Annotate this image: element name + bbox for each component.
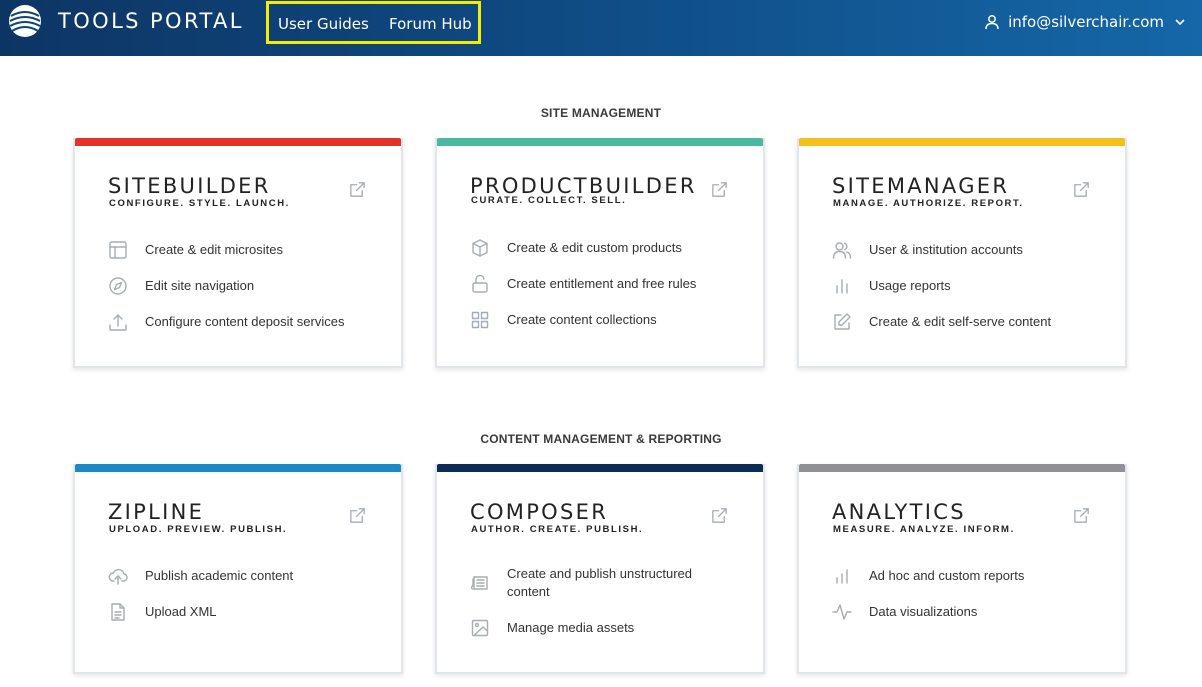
highlighted-nav-links: User Guides Forum Hub xyxy=(266,1,481,44)
external-link-icon[interactable] xyxy=(1072,180,1091,199)
list-item-label: Create content collections xyxy=(507,312,657,327)
list-item-label: Configure content deposit services xyxy=(145,314,345,329)
unlock-icon xyxy=(472,274,488,293)
card-feature-list: Publish academic content Upload XML xyxy=(108,558,293,630)
card-accent-bar xyxy=(799,464,1125,472)
list-item[interactable]: User & institution accounts xyxy=(832,232,1051,268)
card-tagline: CONFIGURE. STYLE. LAUNCH. xyxy=(109,198,290,209)
list-item-label: Create & edit self-serve content xyxy=(869,314,1052,329)
list-item[interactable]: Usage reports xyxy=(832,268,1051,304)
card-accent-bar xyxy=(437,138,763,146)
section-title-site-management: SITE MANAGEMENT xyxy=(540,106,662,120)
list-item-label: Data visualizations xyxy=(869,604,978,619)
card-tagline: UPLOAD. PREVIEW. PUBLISH. xyxy=(109,524,288,535)
card-sitebuilder[interactable]: SITEBUILDER CONFIGURE. STYLE. LAUNCH. Cr… xyxy=(73,138,403,368)
list-item[interactable]: Configure content deposit services xyxy=(108,304,344,340)
list-item-label: Create & edit custom products xyxy=(507,240,682,255)
list-item[interactable]: Create & edit microsites xyxy=(108,232,344,268)
card-sitemanager[interactable]: SITEMANAGER MANAGE. AUTHORIZE. REPORT. U… xyxy=(797,138,1127,368)
card-feature-list: User & institution accounts Usage report… xyxy=(832,232,1051,340)
list-item-label: Manage media assets xyxy=(507,620,635,635)
external-link-icon[interactable] xyxy=(710,180,729,199)
card-productbuilder[interactable]: PRODUCTBUILDER CURATE. COLLECT. SELL. Cr… xyxy=(435,138,765,368)
card-accent-bar xyxy=(75,464,401,472)
card-tagline: MANAGE. AUTHORIZE. REPORT. xyxy=(833,198,1024,209)
list-item[interactable]: Create & edit custom products xyxy=(470,230,696,266)
list-item[interactable]: Manage media assets xyxy=(470,610,730,646)
card-title: COMPOSER xyxy=(470,500,609,524)
brand-name: TOOLS PORTAL xyxy=(58,9,244,33)
card-feature-list: Ad hoc and custom reports Data visualiza… xyxy=(832,558,1024,630)
card-accent-bar xyxy=(799,138,1125,146)
upload-icon xyxy=(109,314,127,331)
external-link-icon[interactable] xyxy=(710,506,729,525)
box-icon xyxy=(472,239,488,257)
card-zipline[interactable]: ZIPLINE UPLOAD. PREVIEW. PUBLISH. Publis… xyxy=(73,464,403,674)
external-link-icon[interactable] xyxy=(348,180,367,199)
list-item-label: Publish academic content xyxy=(145,568,294,583)
list-item-label: Usage reports xyxy=(869,278,951,293)
layout-icon xyxy=(109,241,127,259)
image-icon xyxy=(471,619,489,637)
list-item[interactable]: Create content collections xyxy=(470,302,696,338)
card-title: SITEMANAGER xyxy=(832,174,1010,198)
brand-logo[interactable]: TOOLS PORTAL xyxy=(8,4,244,38)
globe-logo-icon xyxy=(9,5,41,37)
list-item-label: Create & edit microsites xyxy=(145,242,283,257)
list-item-label: User & institution accounts xyxy=(869,242,1023,257)
card-tagline: CURATE. COLLECT. SELL. xyxy=(471,195,627,206)
list-item[interactable]: Create & edit self-serve content xyxy=(832,304,1051,340)
compass-icon xyxy=(109,277,127,295)
card-tagline: AUTHOR. CREATE. PUBLISH. xyxy=(471,524,644,535)
chevron-down-icon xyxy=(1175,19,1185,26)
user-icon xyxy=(985,15,999,30)
activity-icon xyxy=(832,604,852,620)
list-item[interactable]: Data visualizations xyxy=(832,594,1024,630)
card-title: SITEBUILDER xyxy=(108,174,271,198)
card-composer[interactable]: COMPOSER AUTHOR. CREATE. PUBLISH. Create… xyxy=(435,464,765,674)
section-title-content-management-reporting: CONTENT MANAGEMENT & REPORTING xyxy=(480,432,722,446)
top-navigation-bar: TOOLS PORTAL User Guides Forum Hub info@… xyxy=(0,0,1202,56)
edit-icon xyxy=(834,313,851,330)
bar-chart-icon xyxy=(836,569,848,584)
list-item[interactable]: Publish academic content xyxy=(108,558,293,594)
list-item[interactable]: Create and publish unstructured content xyxy=(470,556,730,610)
list-item-label: Edit site navigation xyxy=(145,278,255,293)
list-item[interactable]: Ad hoc and custom reports xyxy=(832,558,1024,594)
list-item[interactable]: Edit site navigation xyxy=(108,268,344,304)
card-title: ZIPLINE xyxy=(108,500,205,524)
external-link-icon[interactable] xyxy=(1072,506,1091,525)
list-item-label: Create entitlement and free rules xyxy=(507,276,697,291)
list-item[interactable]: Create entitlement and free rules xyxy=(470,266,696,302)
user-email: info@silverchair.com xyxy=(1008,13,1164,31)
external-link-icon[interactable] xyxy=(348,506,367,525)
card-feature-list: Create & edit custom products Create ent… xyxy=(470,230,696,338)
bar-chart-icon xyxy=(836,279,848,294)
grid-icon xyxy=(471,311,489,329)
card-accent-bar xyxy=(75,138,401,146)
nav-link-forum-hub[interactable]: Forum Hub xyxy=(389,15,472,33)
user-account-menu[interactable]: info@silverchair.com xyxy=(984,13,1186,31)
list-item-label: Create and publish unstructured content xyxy=(507,566,693,599)
list-item-label: Upload XML xyxy=(145,604,217,619)
card-analytics[interactable]: ANALYTICS MEASURE. ANALYZE. INFORM. Ad h… xyxy=(797,464,1127,674)
newspaper-icon xyxy=(470,576,488,590)
card-feature-list: Create & edit microsites Edit site navig… xyxy=(108,232,344,340)
nav-link-user-guides[interactable]: User Guides xyxy=(278,15,369,33)
file-text-icon xyxy=(111,603,125,621)
card-feature-list: Create and publish unstructured content … xyxy=(470,556,730,646)
cloud-upload-icon xyxy=(108,568,128,585)
card-accent-bar xyxy=(437,464,763,472)
users-icon xyxy=(832,242,852,259)
list-item[interactable]: Upload XML xyxy=(108,594,293,630)
card-title: ANALYTICS xyxy=(832,500,966,524)
card-tagline: MEASURE. ANALYZE. INFORM. xyxy=(833,524,1015,535)
list-item-label: Ad hoc and custom reports xyxy=(869,568,1025,583)
